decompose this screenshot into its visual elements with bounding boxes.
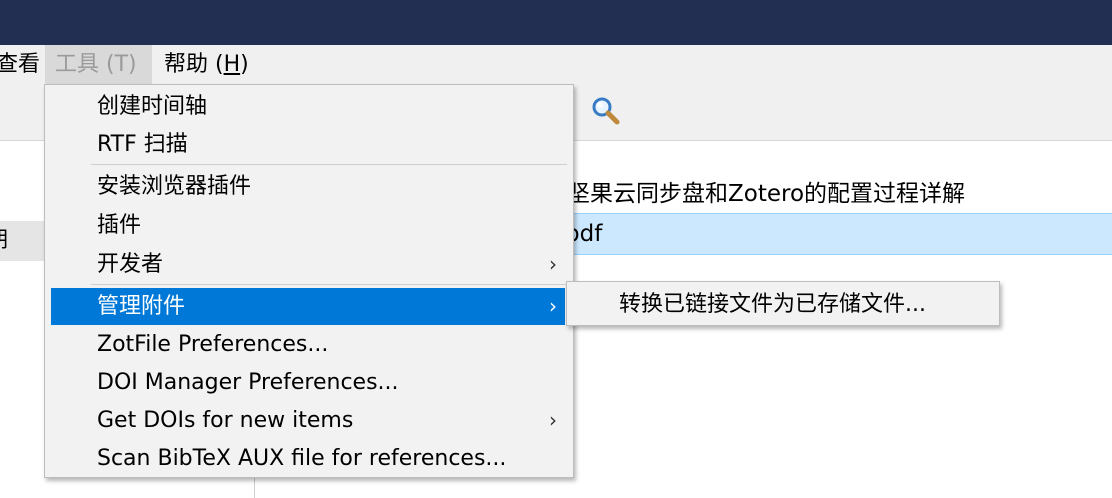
menu-item-label: 插件 <box>97 213 142 238</box>
menu-separator <box>91 284 567 285</box>
menu-item-label: 管理附件 <box>97 294 186 319</box>
menu-item-label: 开发者 <box>97 252 164 277</box>
menu-item-developer[interactable]: 开发者 › <box>51 246 565 283</box>
manage-attachments-submenu: 转换已链接文件为已存储文件... <box>566 281 1000 326</box>
collection-item-label: 期 <box>0 228 8 253</box>
menu-separator <box>91 164 567 165</box>
menu-item-rtf-scan[interactable]: RTF 扫描 <box>51 126 565 163</box>
menu-view[interactable]: 查看 <box>0 45 40 85</box>
menu-help-accesskey: H <box>223 52 241 77</box>
chevron-right-icon: › <box>549 294 557 318</box>
menu-item-label: 转换已链接文件为已存储文件... <box>619 292 926 317</box>
menu-tools[interactable]: 工具 (T) <box>45 45 152 85</box>
chevron-right-icon: › <box>549 252 557 276</box>
menubar: 查看 工具 (T) 帮助 (H) <box>0 45 1112 85</box>
search-icon[interactable] <box>590 95 622 127</box>
tools-menu-dropdown: 创建时间轴 RTF 扫描 安装浏览器插件 插件 开发者 › 管理附件 › ZotFi… <box>44 84 574 478</box>
menu-item-label: 创建时间轴 <box>97 94 208 119</box>
menu-help-close: ) <box>240 52 249 77</box>
menu-item-create-timeline[interactable]: 创建时间轴 <box>51 88 565 125</box>
collection-item-selected[interactable]: 期 <box>0 221 44 261</box>
menu-item-convert-linked-to-stored[interactable]: 转换已链接文件为已存储文件... <box>571 286 997 323</box>
window-titlebar <box>0 0 1112 45</box>
menu-item-label: Get DOIs for new items <box>97 408 354 433</box>
menu-help[interactable]: 帮助 (H) <box>164 45 249 85</box>
chevron-right-icon: › <box>549 408 557 432</box>
menu-item-doi-manager-preferences[interactable]: DOI Manager Preferences... <box>51 364 565 401</box>
menu-item-plugins[interactable]: 插件 <box>51 207 565 244</box>
menu-item-scan-bibtex-aux[interactable]: Scan BibTeX AUX file for references... <box>51 440 565 477</box>
menu-item-manage-attachments[interactable]: 管理附件 › <box>51 288 565 325</box>
menu-item-label: ZotFile Preferences... <box>97 332 329 357</box>
menu-item-get-dois[interactable]: Get DOIs for new items › <box>51 402 565 439</box>
menu-item-label: 安装浏览器插件 <box>97 174 252 199</box>
menu-help-label: 帮助 ( <box>164 52 224 77</box>
menu-item-label: DOI Manager Preferences... <box>97 370 399 395</box>
menu-item-zotfile-preferences[interactable]: ZotFile Preferences... <box>51 326 565 363</box>
menu-item-label: RTF 扫描 <box>97 132 188 157</box>
menu-item-label: Scan BibTeX AUX file for references... <box>97 446 507 471</box>
item-title[interactable]: 坚果云同步盘和Zotero的配置过程详解 <box>567 179 965 209</box>
menu-item-install-browser-plugin[interactable]: 安装浏览器插件 <box>51 168 565 205</box>
